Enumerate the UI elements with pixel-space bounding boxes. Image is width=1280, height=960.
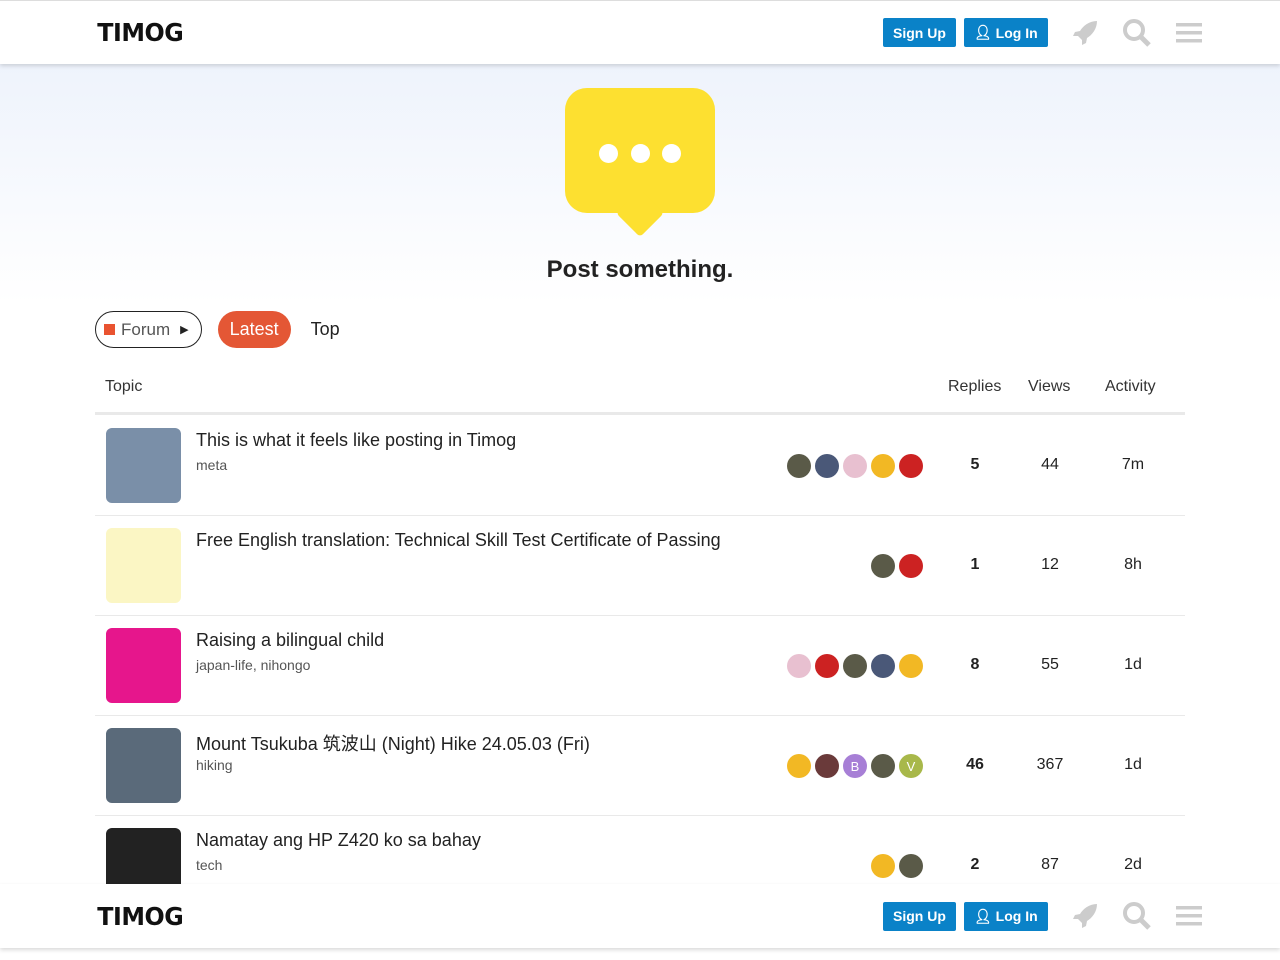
user-avatar[interactable]: [899, 654, 923, 678]
log-in-label: Log In: [995, 908, 1038, 924]
tab-latest[interactable]: Latest: [217, 311, 291, 348]
user-avatar[interactable]: [871, 454, 895, 478]
topic-tags[interactable]: japan-life, nihongo: [196, 657, 310, 673]
log-in-button[interactable]: 👤︎ Log In: [963, 901, 1048, 931]
topic-thumbnail[interactable]: [106, 528, 181, 603]
views-count: 87: [1041, 856, 1059, 873]
category-color-badge: [104, 324, 115, 335]
rocket-icon[interactable]: [1070, 901, 1100, 931]
user-avatar[interactable]: [815, 754, 839, 778]
log-in-label: Log In: [995, 24, 1038, 41]
user-avatar[interactable]: [899, 854, 923, 878]
replies-count: 5: [970, 456, 980, 473]
replies-count: 8: [970, 656, 980, 673]
topic-title-link[interactable]: Free English translation: Technical Skil…: [196, 530, 721, 551]
topic-row[interactable]: Raising a bilingual child japan-life, ni…: [95, 616, 1185, 716]
posters-avatars: [787, 654, 923, 678]
topic-nav: Forum ▶ Latest Top: [95, 311, 340, 348]
site-header: TIMOG Sign Up 👤︎ Log In: [0, 0, 1280, 64]
activity-time[interactable]: 7m: [1103, 456, 1163, 474]
caret-right-icon: ▶: [180, 324, 189, 336]
user-avatar[interactable]: [815, 654, 839, 678]
topic-row[interactable]: Mount Tsukuba 筑波山 (Night) Hike 24.05.03 …: [95, 716, 1185, 816]
user-avatar[interactable]: [899, 554, 923, 578]
site-logo[interactable]: TIMOG: [97, 902, 183, 931]
user-avatar[interactable]: [787, 654, 811, 678]
posters-avatars: [871, 554, 923, 578]
user-avatar[interactable]: [843, 454, 867, 478]
sign-up-button[interactable]: Sign Up: [883, 18, 956, 47]
user-avatar[interactable]: [815, 454, 839, 478]
topic-title-link[interactable]: Raising a bilingual child: [196, 630, 384, 651]
topic-thumbnail[interactable]: [106, 428, 181, 503]
hamburger-menu-icon[interactable]: [1174, 18, 1204, 48]
user-icon: 👤︎: [973, 907, 992, 924]
posters-avatars: BV: [787, 754, 923, 778]
views-count: 55: [1041, 656, 1059, 673]
topic-row[interactable]: This is what it feels like posting in Ti…: [95, 416, 1185, 516]
col-views[interactable]: Views: [1028, 378, 1070, 396]
topic-row[interactable]: Free English translation: Technical Skil…: [95, 516, 1185, 616]
user-avatar[interactable]: [787, 454, 811, 478]
hero-title: Post something.: [546, 256, 734, 283]
category-dropdown[interactable]: Forum ▶: [95, 311, 202, 348]
user-icon: 👤︎: [973, 24, 992, 40]
topic-title-link[interactable]: Mount Tsukuba 筑波山 (Night) Hike 24.05.03 …: [196, 730, 590, 756]
topic-table-header: Topic Replies Views Activity: [95, 376, 1185, 415]
replies-count: 46: [966, 756, 984, 773]
topic-title-link[interactable]: This is what it feels like posting in Ti…: [196, 430, 516, 451]
tab-top[interactable]: Top: [307, 319, 340, 340]
user-avatar[interactable]: [871, 554, 895, 578]
topic-tags[interactable]: tech: [196, 857, 222, 873]
topic-title-link[interactable]: Namatay ang HP Z420 ko sa bahay: [196, 830, 481, 851]
log-in-button[interactable]: 👤︎ Log In: [963, 18, 1048, 47]
activity-time[interactable]: 1d: [1103, 756, 1163, 774]
topic-tags[interactable]: meta: [196, 457, 227, 473]
posters-avatars: [871, 854, 923, 878]
activity-time[interactable]: 8h: [1103, 556, 1163, 574]
replies-count: 2: [970, 856, 980, 873]
site-logo[interactable]: TIMOG: [97, 18, 183, 47]
views-count: 367: [1036, 756, 1064, 773]
replies-count: 1: [970, 556, 980, 573]
hamburger-menu-icon[interactable]: [1174, 901, 1204, 931]
user-avatar[interactable]: [899, 454, 923, 478]
user-avatar[interactable]: [871, 854, 895, 878]
activity-time[interactable]: 2d: [1103, 856, 1163, 874]
col-replies[interactable]: Replies: [948, 378, 1001, 396]
chat-bubble-icon: [565, 88, 715, 213]
col-topic[interactable]: Topic: [105, 378, 142, 396]
site-header-duplicate: TIMOG Sign Up 👤︎ Log In: [0, 884, 1280, 948]
sign-up-button[interactable]: Sign Up: [883, 901, 956, 931]
views-count: 44: [1041, 456, 1059, 473]
user-avatar[interactable]: V: [899, 754, 923, 778]
views-count: 12: [1041, 556, 1059, 573]
posters-avatars: [787, 454, 923, 478]
search-icon[interactable]: [1122, 901, 1152, 931]
search-icon[interactable]: [1122, 18, 1152, 48]
category-label: Forum: [121, 319, 171, 339]
col-activity[interactable]: Activity: [1105, 378, 1156, 396]
user-avatar[interactable]: B: [843, 754, 867, 778]
rocket-icon[interactable]: [1070, 18, 1100, 48]
topic-thumbnail[interactable]: [106, 728, 181, 803]
activity-time[interactable]: 1d: [1103, 656, 1163, 674]
topic-tags[interactable]: hiking: [196, 757, 233, 773]
user-avatar[interactable]: [843, 654, 867, 678]
user-avatar[interactable]: [871, 754, 895, 778]
user-avatar[interactable]: [787, 754, 811, 778]
topic-thumbnail[interactable]: [106, 628, 181, 703]
user-avatar[interactable]: [871, 654, 895, 678]
